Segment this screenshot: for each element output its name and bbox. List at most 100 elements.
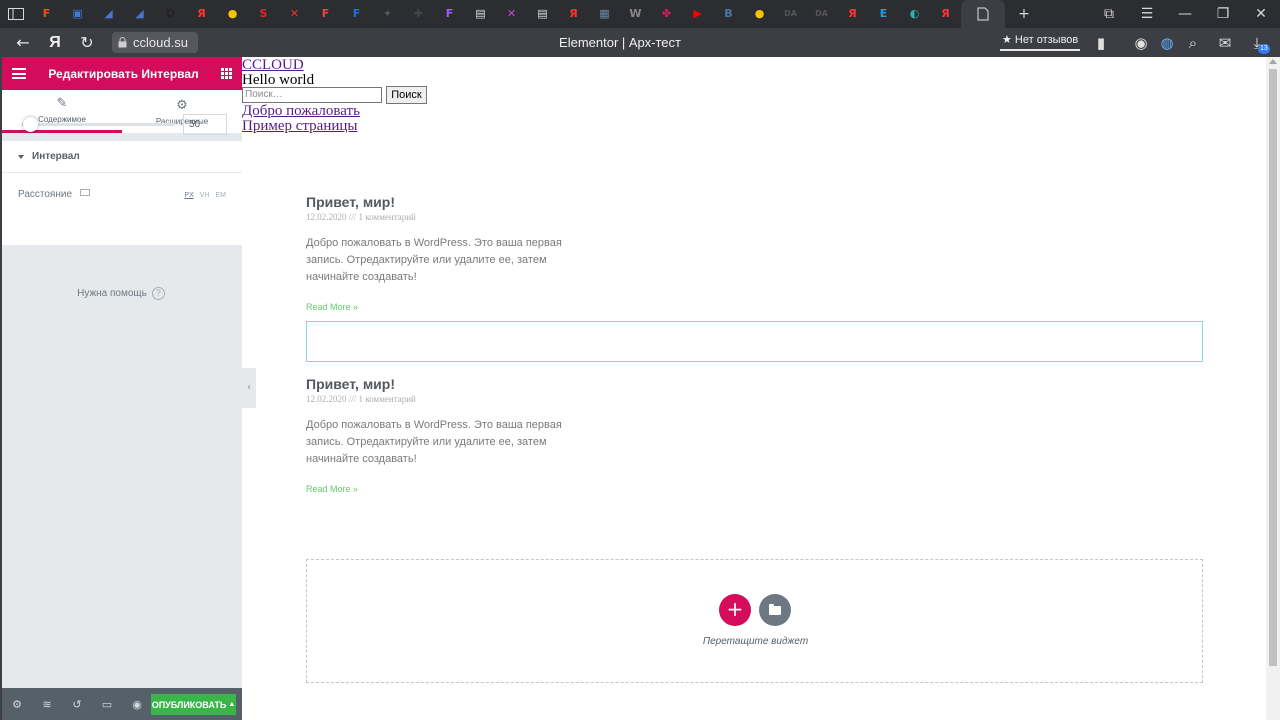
post-meta: 12.02.2020 /// 1 комментарий [306, 394, 416, 404]
unit-vh[interactable]: VH [200, 192, 210, 199]
star-app-icon: ✦ [382, 7, 393, 20]
slider-handle[interactable] [22, 117, 38, 132]
post-card: Привет, мир! 12.02.2020 /// 1 комментари… [306, 194, 586, 312]
unit-em[interactable]: EM [216, 192, 227, 199]
browser-tab[interactable]: D [155, 0, 186, 28]
add-section-button[interactable]: + [719, 594, 751, 626]
search-icon[interactable]: ⌕ [1180, 28, 1206, 57]
help-link[interactable]: Нужна помощь ? [2, 287, 240, 300]
collections-icon[interactable]: ⧉ [1090, 0, 1128, 28]
new-tab-button[interactable]: + [1005, 0, 1043, 28]
active-tab[interactable] [961, 0, 1005, 28]
browser-tab[interactable]: ✚ [403, 0, 434, 28]
preview-icon[interactable]: ◉ [122, 688, 152, 720]
close-window-button[interactable]: ✕ [1242, 0, 1280, 28]
yandex-home-button[interactable]: Я [40, 28, 70, 57]
minimize-button[interactable]: — [1166, 0, 1204, 28]
site-tagline: Hello world [242, 72, 315, 88]
page-scrollbar[interactable] [1266, 57, 1280, 720]
extension-icon[interactable]: ◍ [1154, 28, 1180, 57]
figma-icon: F [42, 7, 51, 20]
browser-tab[interactable]: ✦ [372, 0, 403, 28]
doc-icon: ▤ [537, 7, 548, 20]
post-title[interactable]: Привет, мир! [306, 376, 586, 392]
yellow-icon: ● [754, 7, 765, 20]
slider-track[interactable] [22, 117, 175, 132]
browser-tab[interactable]: ▣ [62, 0, 93, 28]
chat-icon[interactable]: ✉ [1212, 28, 1238, 57]
scroll-thumb[interactable] [1269, 69, 1277, 666]
history-icon[interactable]: ↺ [62, 688, 92, 720]
browser-tab[interactable]: S [248, 0, 279, 28]
reload-button[interactable]: ↻ [72, 28, 102, 57]
panel-collapse-handle[interactable]: ‹ [242, 368, 256, 408]
menu-icon[interactable]: ☰ [1128, 0, 1166, 28]
browser-tab[interactable]: ✕ [279, 0, 310, 28]
browser-tab[interactable]: Я [186, 0, 217, 28]
browser-tab[interactable]: E [868, 0, 899, 28]
url-field[interactable]: ccloud.su [112, 32, 198, 53]
question-icon: ? [151, 287, 165, 300]
browser-tab[interactable]: DA [806, 0, 837, 28]
wordpress-icon: W [629, 7, 642, 20]
browser-tab[interactable]: ▦ [589, 0, 620, 28]
widget-drop-zone[interactable]: + Перетащите виджет [306, 559, 1203, 683]
read-more-link[interactable]: Read More » [306, 302, 586, 312]
tab-content[interactable]: ✎ Содержимое [2, 90, 122, 133]
nav-link-welcome[interactable]: Добро пожаловать [242, 103, 360, 119]
browser-tab[interactable]: ▤ [527, 0, 558, 28]
camera-icon[interactable]: ◉ [1128, 28, 1154, 57]
elementor-panel: Редактировать Интервал ✎ Содержимое ⚙ Ра… [0, 57, 242, 720]
browser-tab[interactable]: Я [837, 0, 868, 28]
desktop-device-icon[interactable] [80, 189, 90, 196]
template-library-button[interactable] [759, 594, 791, 626]
browser-tab[interactable]: Я [930, 0, 961, 28]
spacer-widget[interactable] [306, 321, 1203, 362]
widgets-grid-icon[interactable] [221, 68, 232, 79]
browser-tab[interactable]: ▤ [465, 0, 496, 28]
browser-tab[interactable]: F [434, 0, 465, 28]
browser-tab[interactable]: ◢ [124, 0, 155, 28]
da-icon: DA [784, 9, 797, 18]
publish-label: ОПУБЛИКОВАТЬ [151, 699, 227, 710]
browser-tab[interactable]: ◐ [899, 0, 930, 28]
browser-tab[interactable]: F [310, 0, 341, 28]
search-button[interactable]: Поиск [386, 86, 427, 104]
section-toggle[interactable]: Интервал [2, 141, 242, 173]
caret-up-icon[interactable]: ▲ [228, 701, 235, 708]
app-icon: ▣ [72, 7, 83, 20]
responsive-icon[interactable]: ▭ [92, 688, 122, 720]
spacing-value-input[interactable]: 50 [183, 114, 227, 135]
browser-tab[interactable]: W [620, 0, 651, 28]
browser-tab[interactable]: ◢ [93, 0, 124, 28]
browser-tab[interactable]: ✕ [496, 0, 527, 28]
publish-button[interactable]: ОПУБЛИКОВАТЬ ▲ [151, 694, 236, 715]
scroll-up-arrow-icon[interactable] [1269, 59, 1277, 64]
browser-tab[interactable]: В [713, 0, 744, 28]
hamburger-menu-icon[interactable] [12, 68, 26, 79]
vk-icon: В [724, 7, 733, 20]
nav-link-sample-page[interactable]: Пример страницы [242, 118, 357, 134]
bookmark-icon[interactable]: ▮ [1088, 28, 1114, 57]
browser-tab[interactable]: Я [558, 0, 589, 28]
restore-button[interactable]: ❐ [1204, 0, 1242, 28]
browser-tab[interactable]: ● [217, 0, 248, 28]
browser-tab-strip: F ▣ ◢ ◢ D Я ● S ✕ F F ✦ ✚ F ▤ ✕ ▤ Я ▦ W ✤ ▶ В ● DA DA Я E ◐ Я + ⧉ ☰ —… [0, 0, 1280, 28]
browser-tab[interactable]: F [31, 0, 62, 28]
browser-tab[interactable]: ● [744, 0, 775, 28]
browser-tab[interactable]: ▶ [682, 0, 713, 28]
browser-tab[interactable]: DA [775, 0, 806, 28]
lock-icon [118, 37, 127, 48]
settings-icon[interactable]: ⚙ [2, 688, 32, 720]
search-input[interactable]: Поиск… [242, 87, 382, 103]
tabs-sidebar-button[interactable] [0, 0, 31, 28]
site-title-link[interactable]: CCLOUD [242, 57, 304, 73]
reviews-button[interactable]: ★ Нет отзывов [1000, 33, 1081, 51]
back-button[interactable]: ← [8, 28, 38, 57]
layers-icon[interactable]: ≋ [32, 688, 62, 720]
post-title[interactable]: Привет, мир! [306, 194, 586, 210]
browser-tab[interactable]: ✤ [651, 0, 682, 28]
read-more-link[interactable]: Read More » [306, 484, 586, 494]
unit-px[interactable]: PX [184, 192, 193, 199]
browser-tab[interactable]: F [341, 0, 372, 28]
